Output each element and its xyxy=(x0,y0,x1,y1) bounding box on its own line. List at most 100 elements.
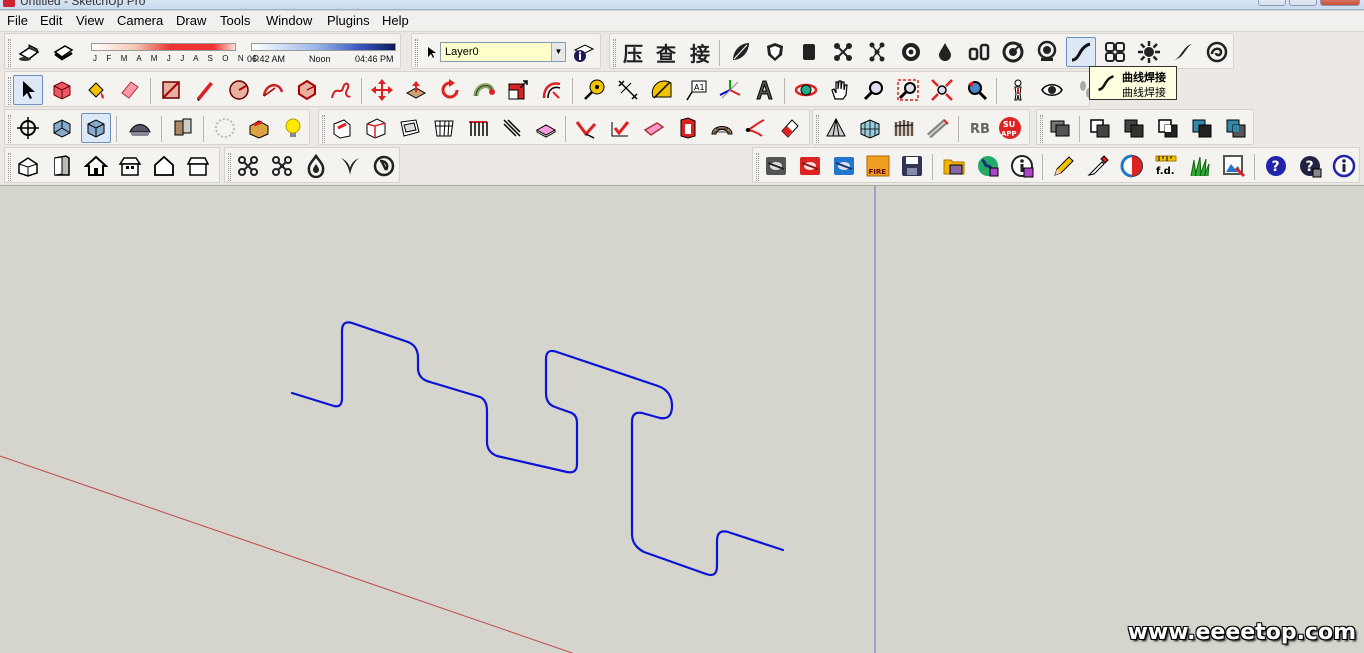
iso-view-icon[interactable] xyxy=(47,113,77,143)
polygon-icon[interactable] xyxy=(292,75,322,105)
folder-icon[interactable] xyxy=(939,151,969,181)
globe-icon[interactable] xyxy=(973,151,1003,181)
check-tool-button[interactable]: 查 xyxy=(651,37,681,67)
box-fill-icon[interactable] xyxy=(244,113,274,143)
eyedropper-icon[interactable] xyxy=(1083,151,1113,181)
menu-tools[interactable]: Tools xyxy=(220,13,250,28)
help-blue-icon[interactable]: ? xyxy=(1295,151,1325,181)
3d-text-icon[interactable] xyxy=(749,75,779,105)
rectangle-icon[interactable] xyxy=(156,75,186,105)
menu-edit[interactable]: Edit xyxy=(40,13,62,28)
rotate-icon[interactable] xyxy=(435,75,465,105)
grid-wall-icon[interactable] xyxy=(429,113,459,143)
welded-curve[interactable] xyxy=(290,321,785,577)
toolbar-grip[interactable] xyxy=(8,115,11,143)
fire-icon[interactable]: FIRE xyxy=(863,151,893,181)
pencil-icon[interactable] xyxy=(190,75,220,105)
window-tool-icon[interactable] xyxy=(395,113,425,143)
wall-tool-icon[interactable] xyxy=(327,113,357,143)
eraser-red-icon[interactable] xyxy=(775,113,805,143)
stair-tool-icon[interactable] xyxy=(497,113,527,143)
arc-icon[interactable] xyxy=(258,75,288,105)
curve-weld-icon[interactable] xyxy=(1066,37,1096,67)
zoom-icon[interactable] xyxy=(859,75,889,105)
menu-view[interactable]: View xyxy=(76,13,104,28)
pencil-yellow-icon[interactable] xyxy=(1049,151,1079,181)
glasses-icon[interactable] xyxy=(964,37,994,67)
minimize-button[interactable] xyxy=(1258,0,1286,6)
face-tool-icon[interactable] xyxy=(639,113,669,143)
drop-icon[interactable] xyxy=(930,37,960,67)
push-pull-icon[interactable] xyxy=(401,75,431,105)
box-icon[interactable] xyxy=(794,37,824,67)
slab-tool-icon[interactable] xyxy=(531,113,561,143)
component-red-icon[interactable] xyxy=(795,151,825,181)
door-icon[interactable] xyxy=(47,151,77,181)
month-slider[interactable] xyxy=(91,43,236,51)
top-view-icon[interactable] xyxy=(81,113,111,143)
nodes-alt-icon[interactable] xyxy=(862,37,892,67)
scale-icon[interactable] xyxy=(503,75,533,105)
zoom-extents-icon[interactable] xyxy=(927,75,957,105)
toolbar-grip[interactable] xyxy=(415,39,418,67)
paint-bucket-icon[interactable] xyxy=(81,75,111,105)
menu-window[interactable]: Window xyxy=(266,13,312,28)
sandbox-icon[interactable] xyxy=(125,113,155,143)
help-icon[interactable]: ? xyxy=(1261,151,1291,181)
shield-icon[interactable] xyxy=(760,37,790,67)
offset-icon[interactable] xyxy=(537,75,567,105)
grid-4-icon[interactable] xyxy=(1100,37,1130,67)
bool-trim-icon[interactable] xyxy=(1221,113,1251,143)
menu-file[interactable]: File xyxy=(7,13,28,28)
toolbar-grip[interactable] xyxy=(8,39,11,67)
pan-icon[interactable] xyxy=(825,75,855,105)
sun-burst-icon[interactable] xyxy=(1134,37,1164,67)
house-front-icon[interactable] xyxy=(115,151,145,181)
select-icon[interactable] xyxy=(13,75,43,105)
roof-icon[interactable] xyxy=(821,113,851,143)
close-button[interactable] xyxy=(1320,0,1360,6)
rb-icon[interactable]: RB xyxy=(965,113,995,143)
pipe-tool-icon[interactable] xyxy=(923,113,953,143)
gear-ring-icon[interactable] xyxy=(896,37,926,67)
save-icon[interactable] xyxy=(897,151,927,181)
toolbar-grip[interactable] xyxy=(756,153,759,181)
layer-dropdown[interactable]: Layer0 ▼ xyxy=(440,42,566,62)
follow-me-icon[interactable] xyxy=(469,75,499,105)
toolbar-grip[interactable] xyxy=(1040,115,1043,143)
toolbar-grip[interactable] xyxy=(322,115,325,143)
dome-icon[interactable] xyxy=(707,113,737,143)
swirl-icon[interactable] xyxy=(369,151,399,181)
layer-manager-icon[interactable] xyxy=(568,37,598,67)
tape-measure-icon[interactable] xyxy=(579,75,609,105)
shadow-settings-icon[interactable] xyxy=(14,37,44,67)
fd-icon[interactable]: f.d. xyxy=(1151,151,1181,181)
nodes-4-icon[interactable] xyxy=(233,151,263,181)
drawing-viewport[interactable]: www.eeeetop.com xyxy=(0,185,1364,653)
previous-view-icon[interactable] xyxy=(961,75,991,105)
menu-help[interactable]: Help xyxy=(382,13,409,28)
grass-icon[interactable] xyxy=(1185,151,1215,181)
protractor-icon[interactable] xyxy=(647,75,677,105)
compress-tool-button[interactable]: 压 xyxy=(618,37,648,67)
position-camera-icon[interactable] xyxy=(1003,75,1033,105)
time-slider[interactable] xyxy=(251,43,396,51)
component-blue-icon[interactable] xyxy=(829,151,859,181)
toolbar-grip[interactable] xyxy=(8,77,11,105)
toolbar-grip[interactable] xyxy=(613,39,616,67)
bool-split-icon[interactable] xyxy=(1187,113,1217,143)
display-shadows-icon[interactable] xyxy=(48,37,78,67)
nodes-x-icon[interactable] xyxy=(267,151,297,181)
section-plane-icon[interactable] xyxy=(13,113,43,143)
model-canvas[interactable] xyxy=(0,186,1364,653)
circle-icon[interactable] xyxy=(224,75,254,105)
rail-tool-icon[interactable] xyxy=(463,113,493,143)
leaf-icon[interactable] xyxy=(726,37,756,67)
menu-plugins[interactable]: Plugins xyxy=(327,13,370,28)
look-around-icon[interactable] xyxy=(1037,75,1067,105)
house-side-icon[interactable] xyxy=(183,151,213,181)
swoosh-icon[interactable] xyxy=(1168,37,1198,67)
check-mark-icon[interactable] xyxy=(605,113,635,143)
contrast-icon[interactable] xyxy=(1117,151,1147,181)
menu-draw[interactable]: Draw xyxy=(176,13,206,28)
